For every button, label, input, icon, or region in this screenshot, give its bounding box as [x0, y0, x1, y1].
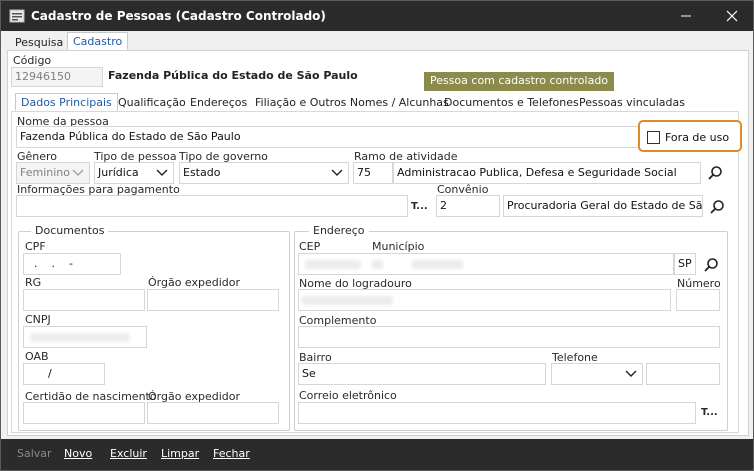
codigo-field[interactable]: 12946150	[11, 67, 103, 87]
chevron-down-icon	[625, 370, 637, 377]
oab-field[interactable]: /	[23, 363, 105, 385]
convenio-code-field[interactable]: 2	[436, 195, 500, 217]
cnpj-label: CNPJ	[25, 313, 51, 326]
close-icon	[726, 10, 738, 22]
genero-select[interactable]: Feminino	[16, 162, 90, 184]
fora-de-uso-label: Fora de uso	[665, 131, 730, 144]
minimize-button[interactable]	[663, 1, 709, 31]
search-icon[interactable]	[703, 257, 719, 273]
email-field[interactable]	[298, 402, 696, 424]
info-pagamento-text-button[interactable]: T...	[411, 201, 428, 212]
cnpj-field[interactable]	[23, 326, 147, 348]
rg-field[interactable]	[23, 289, 145, 311]
ramo-code-field[interactable]: 75	[353, 162, 393, 184]
salvar-button[interactable]: Salvar	[17, 447, 52, 460]
email-label: Correio eletrônico	[299, 389, 397, 402]
tipo-governo-select[interactable]: Estado	[179, 162, 349, 184]
tab-qualificacao[interactable]: Qualificação	[112, 93, 192, 111]
entity-name: Fazenda Pública do Estado de São Paulo	[108, 69, 358, 82]
tab-pesquisa[interactable]: Pesquisa	[9, 33, 69, 51]
orgao-expedidor-label: Órgão expedidor	[148, 276, 241, 289]
ramo-desc-field[interactable]: Administracao Publica, Defesa e Segurida…	[393, 162, 701, 184]
minimize-icon	[681, 15, 691, 17]
endereco-title: Endereço	[309, 224, 369, 237]
limpar-button[interactable]: Limpar	[161, 447, 199, 460]
tab-cadastro[interactable]: Cadastro	[67, 32, 129, 50]
cep-label: CEP	[299, 240, 321, 253]
logradouro-field[interactable]	[298, 289, 671, 311]
window-title: Cadastro de Pessoas (Cadastro Controlado…	[31, 9, 326, 23]
search-icon[interactable]	[709, 199, 725, 215]
email-text-button[interactable]: T...	[701, 407, 718, 418]
orgao-expedidor-field[interactable]	[147, 289, 279, 311]
complemento-field[interactable]	[298, 326, 720, 348]
orgao-expedidor2-field[interactable]	[147, 402, 279, 424]
title-bar: Cadastro de Pessoas (Cadastro Controlado…	[1, 1, 753, 31]
tipo-pessoa-select[interactable]: Jurídica	[94, 162, 174, 184]
codigo-label: Código	[13, 54, 52, 67]
search-icon[interactable]	[707, 165, 723, 181]
tab-enderecos[interactable]: Endereços	[184, 93, 253, 111]
certidao-field[interactable]	[23, 402, 145, 424]
telefone-type-select[interactable]	[551, 363, 643, 385]
oab-label: OAB	[25, 350, 49, 363]
fora-de-uso-checkbox[interactable]	[647, 131, 660, 144]
fechar-button[interactable]: Fechar	[213, 447, 250, 460]
chevron-down-icon	[72, 169, 84, 176]
tab-documentos-telefones[interactable]: Documentos e Telefones	[438, 93, 585, 111]
main-window: Cadastro de Pessoas (Cadastro Controlado…	[0, 0, 754, 471]
chevron-down-icon	[156, 169, 168, 176]
cpf-label: CPF	[25, 240, 46, 253]
documentos-title: Documentos	[31, 224, 109, 237]
tab-pessoas-vinculadas[interactable]: Pessoas vinculadas	[573, 93, 691, 111]
uf-field[interactable]: SP	[674, 253, 696, 275]
chevron-down-icon	[331, 169, 343, 176]
novo-button[interactable]: Novo	[64, 447, 92, 460]
nome-field[interactable]: Fazenda Pública do Estado de São Paulo	[16, 126, 641, 148]
rg-label: RG	[25, 276, 42, 289]
bairro-field[interactable]: Se	[298, 363, 546, 385]
cpf-field[interactable]: . . -	[23, 253, 121, 275]
municipio-label: Município	[372, 240, 425, 253]
close-button[interactable]	[709, 1, 753, 31]
app-icon	[9, 9, 25, 23]
info-pagamento-field[interactable]	[16, 195, 408, 217]
controlled-badge: Pessoa com cadastro controlado	[424, 72, 614, 91]
bottom-toolbar: Salvar Novo Excluir Limpar Fechar	[1, 439, 753, 470]
convenio-desc-field[interactable]: Procuradoria Geral do Estado de São P	[503, 195, 703, 217]
tab-dados-principais[interactable]: Dados Principais	[15, 93, 118, 111]
tab-filiacao[interactable]: Filiação e Outros Nomes / Alcunhas	[249, 93, 455, 111]
excluir-button[interactable]: Excluir	[110, 447, 147, 460]
cep-municipio-field[interactable]	[298, 253, 674, 275]
numero-field[interactable]	[676, 289, 720, 311]
telefone-field[interactable]	[646, 363, 720, 385]
